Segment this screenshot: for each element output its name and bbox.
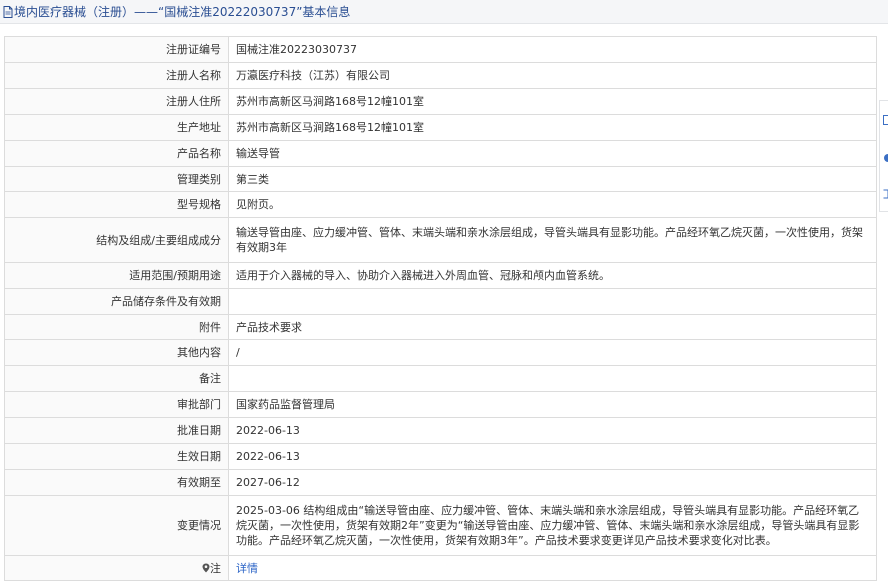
table-row: 产品储存条件及有效期 (4, 288, 877, 315)
row-label: 型号规格 (4, 191, 229, 218)
table-row: 有效期至 2027-06-12 (4, 469, 877, 496)
row-label: 附件 (4, 314, 229, 340)
row-label: 有效期至 (4, 469, 229, 496)
note-value-cell: 详情 (228, 555, 877, 581)
table-row: 注册证编号 国械注准20223030737 (4, 36, 877, 63)
row-label: 产品储存条件及有效期 (4, 288, 229, 315)
row-value (228, 288, 877, 315)
row-value: 苏州市高新区马涧路168号12幢101室 (228, 114, 877, 141)
row-label: 注册人住所 (4, 88, 229, 115)
row-value: 见附页。 (228, 191, 877, 218)
row-label: 批准日期 (4, 417, 229, 444)
table-row: 适用范围/预期用途 适用于介入器械的导入、协助介入器械进入外周血管、冠脉和颅内血管… (4, 262, 877, 289)
row-value: / (228, 339, 877, 366)
table-row: 生效日期 2022-06-13 (4, 443, 877, 470)
details-link[interactable]: 详情 (236, 562, 258, 575)
table-row: 型号规格 见附页。 (4, 191, 877, 218)
row-label: 备注 (4, 365, 229, 392)
table-row: 注册人住所 苏州市高新区马涧路168号12幢101室 (4, 88, 877, 115)
row-value: 万瀛医疗科技（江苏）有限公司 (228, 62, 877, 89)
row-label: 生产地址 (4, 114, 229, 141)
document-icon (3, 5, 13, 18)
table-row: 附件 产品技术要求 (4, 314, 877, 340)
row-value: 2025-03-06 结构组成由“输送导管由座、应力缓冲管、管体、末端头端和亲水… (228, 495, 877, 556)
table-row: 其他内容 / (4, 339, 877, 366)
row-label: 产品名称 (4, 140, 229, 167)
row-value: 国家药品监督管理局 (228, 391, 877, 418)
table-row: 结构及组成/主要组成成分 输送导管由座、应力缓冲管、管体、末端头端和亲水涂层组成，… (4, 217, 877, 263)
side-circle-icon[interactable] (883, 153, 888, 163)
table-row: 生产地址 苏州市高新区马涧路168号12幢101室 (4, 114, 877, 141)
row-value (228, 365, 877, 392)
row-label: 适用范围/预期用途 (4, 262, 229, 289)
page-header: 境内医疗器械（注册）——“国械注准20222030737”基本信息 (0, 0, 888, 24)
row-value: 国械注准20223030737 (228, 36, 877, 63)
table-row-note: 注 详情 (4, 555, 877, 581)
row-label: 生效日期 (4, 443, 229, 470)
table-row: 产品名称 输送导管 (4, 140, 877, 167)
table-row: 审批部门 国家药品监督管理局 (4, 391, 877, 418)
row-label: 审批部门 (4, 391, 229, 418)
row-value: 2027-06-12 (228, 469, 877, 496)
table-row: 备注 (4, 365, 877, 392)
row-label: 注册人名称 (4, 62, 229, 89)
row-value: 产品技术要求 (228, 314, 877, 340)
row-value: 输送导管 (228, 140, 877, 167)
page-title: 境内医疗器械（注册）——“国械注准20222030737”基本信息 (14, 5, 351, 19)
side-page-icon[interactable] (883, 189, 888, 199)
row-label: 结构及组成/主要组成成分 (4, 217, 229, 263)
row-label: 变更情况 (4, 495, 229, 556)
row-value: 2022-06-13 (228, 443, 877, 470)
row-label: 管理类别 (4, 166, 229, 192)
note-label: 注 (210, 561, 221, 575)
side-doc-icon[interactable] (883, 115, 888, 125)
info-table: 注册证编号 国械注准20223030737 注册人名称 万瀛医疗科技（江苏）有限公司注… (4, 36, 877, 581)
row-value: 适用于介入器械的导入、协助介入器械进入外周血管、冠脉和颅内血管系统。 (228, 262, 877, 289)
row-value: 输送导管由座、应力缓冲管、管体、末端头端和亲水涂层组成，导管头端具有显影功能。产… (228, 217, 877, 263)
note-label-cell: 注 (4, 555, 229, 581)
row-value: 苏州市高新区马涧路168号12幢101室 (228, 88, 877, 115)
location-pin-icon (202, 563, 210, 572)
table-row: 变更情况 2025-03-06 结构组成由“输送导管由座、应力缓冲管、管体、末端头… (4, 495, 877, 556)
table-row: 批准日期 2022-06-13 (4, 417, 877, 444)
row-value: 第三类 (228, 166, 877, 192)
row-label: 其他内容 (4, 339, 229, 366)
row-label: 注册证编号 (4, 36, 229, 63)
row-value: 2022-06-13 (228, 417, 877, 444)
table-row: 管理类别 第三类 (4, 166, 877, 192)
table-row: 注册人名称 万瀛医疗科技（江苏）有限公司 (4, 62, 877, 89)
side-toolbar[interactable] (879, 100, 888, 212)
